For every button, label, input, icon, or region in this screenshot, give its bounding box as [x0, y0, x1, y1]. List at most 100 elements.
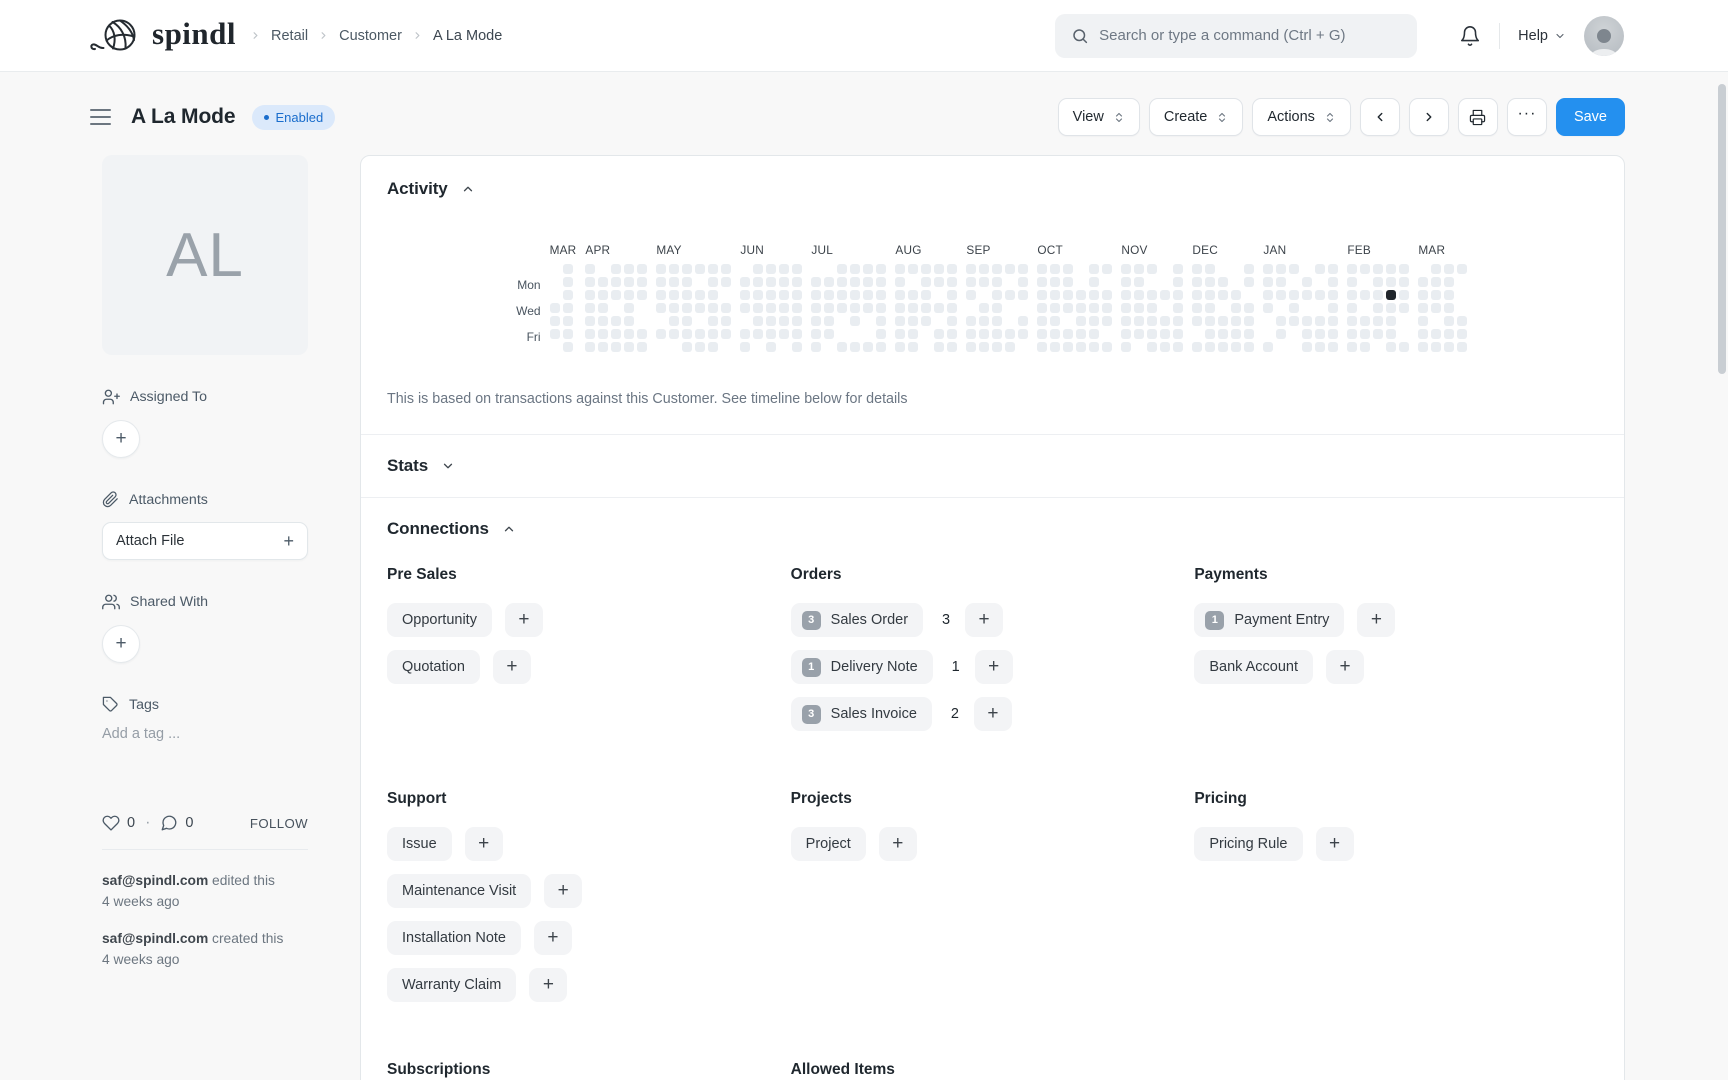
- add-document-button[interactable]: +: [544, 874, 582, 908]
- follow-button[interactable]: FOLLOW: [250, 816, 308, 831]
- heatmap-cell: [637, 290, 647, 300]
- heatmap-cell: [550, 342, 560, 352]
- sidebar-toggle-icon[interactable]: [88, 104, 113, 130]
- activity-section-toggle[interactable]: Activity: [387, 179, 1598, 199]
- breadcrumb-item[interactable]: A La Mode: [433, 28, 502, 44]
- heatmap-cell: [656, 316, 666, 326]
- app-logo[interactable]: spindl: [88, 17, 236, 55]
- notifications-bell-icon[interactable]: [1459, 25, 1481, 47]
- heatmap-cell: [1192, 277, 1202, 287]
- scrollbar-thumb[interactable]: [1718, 84, 1726, 374]
- top-navbar: spindl Retail Customer A La Mode Search or…: [0, 0, 1728, 72]
- doctype-link-pill[interactable]: 3Sales Invoice: [791, 697, 932, 731]
- heatmap-cell: [1347, 342, 1357, 352]
- heatmap-cell: [1205, 329, 1215, 339]
- doctype-label: Bank Account: [1209, 659, 1298, 675]
- add-document-button[interactable]: +: [965, 603, 1003, 637]
- heatmap-cell: [779, 264, 789, 274]
- month-label: FEB: [1347, 243, 1409, 257]
- add-document-button[interactable]: +: [529, 968, 567, 1002]
- add-document-button[interactable]: +: [534, 921, 572, 955]
- heatmap-cell: [1218, 342, 1228, 352]
- comments-icon[interactable]: [160, 814, 178, 832]
- count-badge: 1: [802, 658, 821, 677]
- heatmap-cell: [1205, 316, 1215, 326]
- heatmap-cell: [1173, 329, 1183, 339]
- heatmap-cell: [669, 303, 679, 313]
- heatmap-cell: [1347, 316, 1357, 326]
- heatmap-cell: [1444, 329, 1454, 339]
- add-document-button[interactable]: +: [493, 650, 531, 684]
- heatmap-cell: [1037, 290, 1047, 300]
- form-dashboard-card: Activity MonWedFriMARAPRMAYJUNJULAUGSEPO…: [360, 155, 1625, 1080]
- doctype-link-pill[interactable]: Installation Note: [387, 921, 521, 955]
- doctype-link-pill[interactable]: 3Sales Order: [791, 603, 923, 637]
- create-button[interactable]: Create: [1149, 98, 1244, 136]
- heatmap-cell: [624, 342, 634, 352]
- doctype-link-pill[interactable]: Quotation: [387, 650, 480, 684]
- add-share-button[interactable]: +: [102, 625, 140, 663]
- heatmap-cell: [1302, 277, 1312, 287]
- heatmap-cell: [1005, 342, 1015, 352]
- doctype-link-pill[interactable]: Bank Account: [1194, 650, 1313, 684]
- stats-section-toggle[interactable]: Stats: [387, 456, 1598, 476]
- day-label: [509, 319, 541, 329]
- heatmap-cell: [585, 329, 595, 339]
- scrollbar[interactable]: [1716, 0, 1728, 1080]
- logo-wordmark: spindl: [152, 16, 236, 52]
- view-button[interactable]: View: [1058, 98, 1140, 136]
- doctype-link-pill[interactable]: Warranty Claim: [387, 968, 516, 1002]
- add-document-button[interactable]: +: [505, 603, 543, 637]
- like-heart-icon[interactable]: [102, 814, 120, 832]
- heatmap-cell: [1289, 329, 1299, 339]
- heatmap-cell: [598, 316, 608, 326]
- connections-section-toggle[interactable]: Connections: [387, 519, 1598, 539]
- add-tag-input[interactable]: Add a tag ...: [102, 726, 308, 742]
- add-document-button[interactable]: +: [1316, 827, 1354, 861]
- heatmap-cell: [1315, 329, 1325, 339]
- global-search-input[interactable]: Search or type a command (Ctrl + G): [1055, 14, 1417, 58]
- doctype-label: Delivery Note: [831, 659, 918, 675]
- tags-section-label: Tags: [102, 696, 308, 713]
- doctype-link-pill[interactable]: Maintenance Visit: [387, 874, 531, 908]
- heatmap-cell: [1289, 303, 1299, 313]
- next-record-button[interactable]: [1409, 98, 1449, 136]
- help-menu[interactable]: Help: [1518, 28, 1566, 44]
- add-document-button[interactable]: +: [1326, 650, 1364, 684]
- add-document-button[interactable]: +: [465, 827, 503, 861]
- actions-button[interactable]: Actions: [1252, 98, 1351, 136]
- doctype-link-pill[interactable]: 1Payment Entry: [1194, 603, 1344, 637]
- heatmap-cell: [1192, 264, 1202, 274]
- timeline-entry: saf@spindl.com edited this4 weeks ago: [102, 871, 308, 912]
- more-menu-button[interactable]: ···: [1507, 98, 1547, 136]
- heatmap-cell: [863, 329, 873, 339]
- add-document-button[interactable]: +: [1357, 603, 1395, 637]
- doctype-link-pill[interactable]: 1 Delivery Note: [791, 650, 933, 684]
- month-label: DEC: [1192, 243, 1254, 257]
- doctype-link-pill[interactable]: Opportunity: [387, 603, 492, 637]
- customer-avatar-placeholder[interactable]: AL: [102, 155, 308, 355]
- add-assignment-button[interactable]: +: [102, 420, 140, 458]
- attach-file-button[interactable]: Attach File +: [102, 522, 308, 560]
- heatmap-cell: [1147, 277, 1157, 287]
- add-document-button[interactable]: +: [879, 827, 917, 861]
- heatmap-cell: [682, 277, 692, 287]
- heatmap-cell: [1160, 316, 1170, 326]
- breadcrumb-item[interactable]: Customer: [339, 28, 402, 44]
- previous-record-button[interactable]: [1360, 98, 1400, 136]
- user-avatar[interactable]: [1584, 16, 1624, 56]
- doctype-link-pill[interactable]: Pricing Rule: [1194, 827, 1302, 861]
- doctype-link-pill[interactable]: Project: [791, 827, 866, 861]
- heatmap-cell: [1063, 342, 1073, 352]
- breadcrumb-item[interactable]: Retail: [271, 28, 308, 44]
- heatmap-cell: [1244, 290, 1254, 300]
- heatmap-cell: [934, 329, 944, 339]
- doctype-link-pill[interactable]: Issue: [387, 827, 452, 861]
- add-document-button[interactable]: +: [975, 650, 1013, 684]
- save-button[interactable]: Save: [1556, 98, 1625, 136]
- add-document-button[interactable]: +: [974, 697, 1012, 731]
- heatmap-cell: [908, 342, 918, 352]
- heatmap-cell: [1076, 329, 1086, 339]
- print-button[interactable]: [1458, 98, 1498, 136]
- heatmap-cell: [1173, 277, 1183, 287]
